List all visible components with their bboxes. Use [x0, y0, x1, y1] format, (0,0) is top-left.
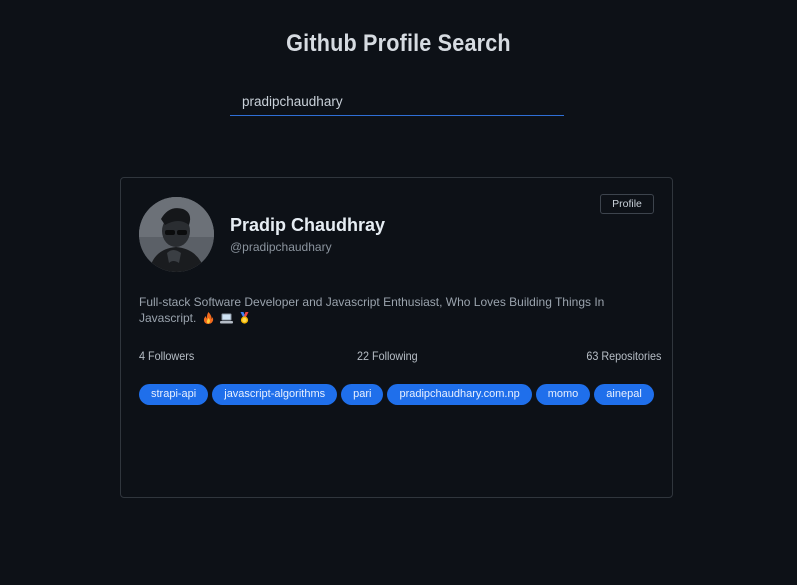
- repo-tag[interactable]: strapi-api: [139, 384, 209, 405]
- profile-button[interactable]: Profile: [600, 194, 654, 214]
- search-field[interactable]: [230, 87, 564, 116]
- profile-handle: @pradipchaudhary: [230, 240, 332, 254]
- profile-name: Pradip Chaudhray: [230, 215, 386, 235]
- repo-tag[interactable]: javascript-algorithms: [212, 384, 338, 405]
- fire-emoji: [203, 312, 214, 328]
- profile-bio: Full-stack Software Developer and Javasc…: [139, 294, 619, 328]
- avatar-image: [139, 197, 214, 272]
- avatar: [139, 197, 214, 272]
- repo-tag[interactable]: ainepal: [594, 384, 654, 405]
- repo-tag-list: strapi-api javascript-algorithms pari pradi…: [139, 384, 659, 414]
- following-count: 22 Following: [357, 349, 418, 363]
- profile-stats: 4 Followers 22 Following 63 Repositories: [139, 349, 661, 365]
- repo-tag[interactable]: pradipchaudhary.com.np: [387, 384, 532, 405]
- profile-card: Pradip Chaudhray @pradipchaudhary Profil…: [120, 177, 673, 498]
- repo-tag[interactable]: pari: [341, 384, 384, 405]
- page-title: Github Profile Search: [286, 30, 511, 57]
- repositories-count: 63 Repositories: [585, 349, 661, 363]
- medal-emoji: [239, 312, 250, 328]
- page: Github Profile Search Pradip Chaudhray @…: [0, 0, 797, 585]
- repo-tag[interactable]: momo: [535, 384, 591, 405]
- search-input[interactable]: [230, 87, 564, 115]
- followers-count: 4 Followers: [139, 349, 195, 363]
- laptop-emoji: [220, 312, 234, 328]
